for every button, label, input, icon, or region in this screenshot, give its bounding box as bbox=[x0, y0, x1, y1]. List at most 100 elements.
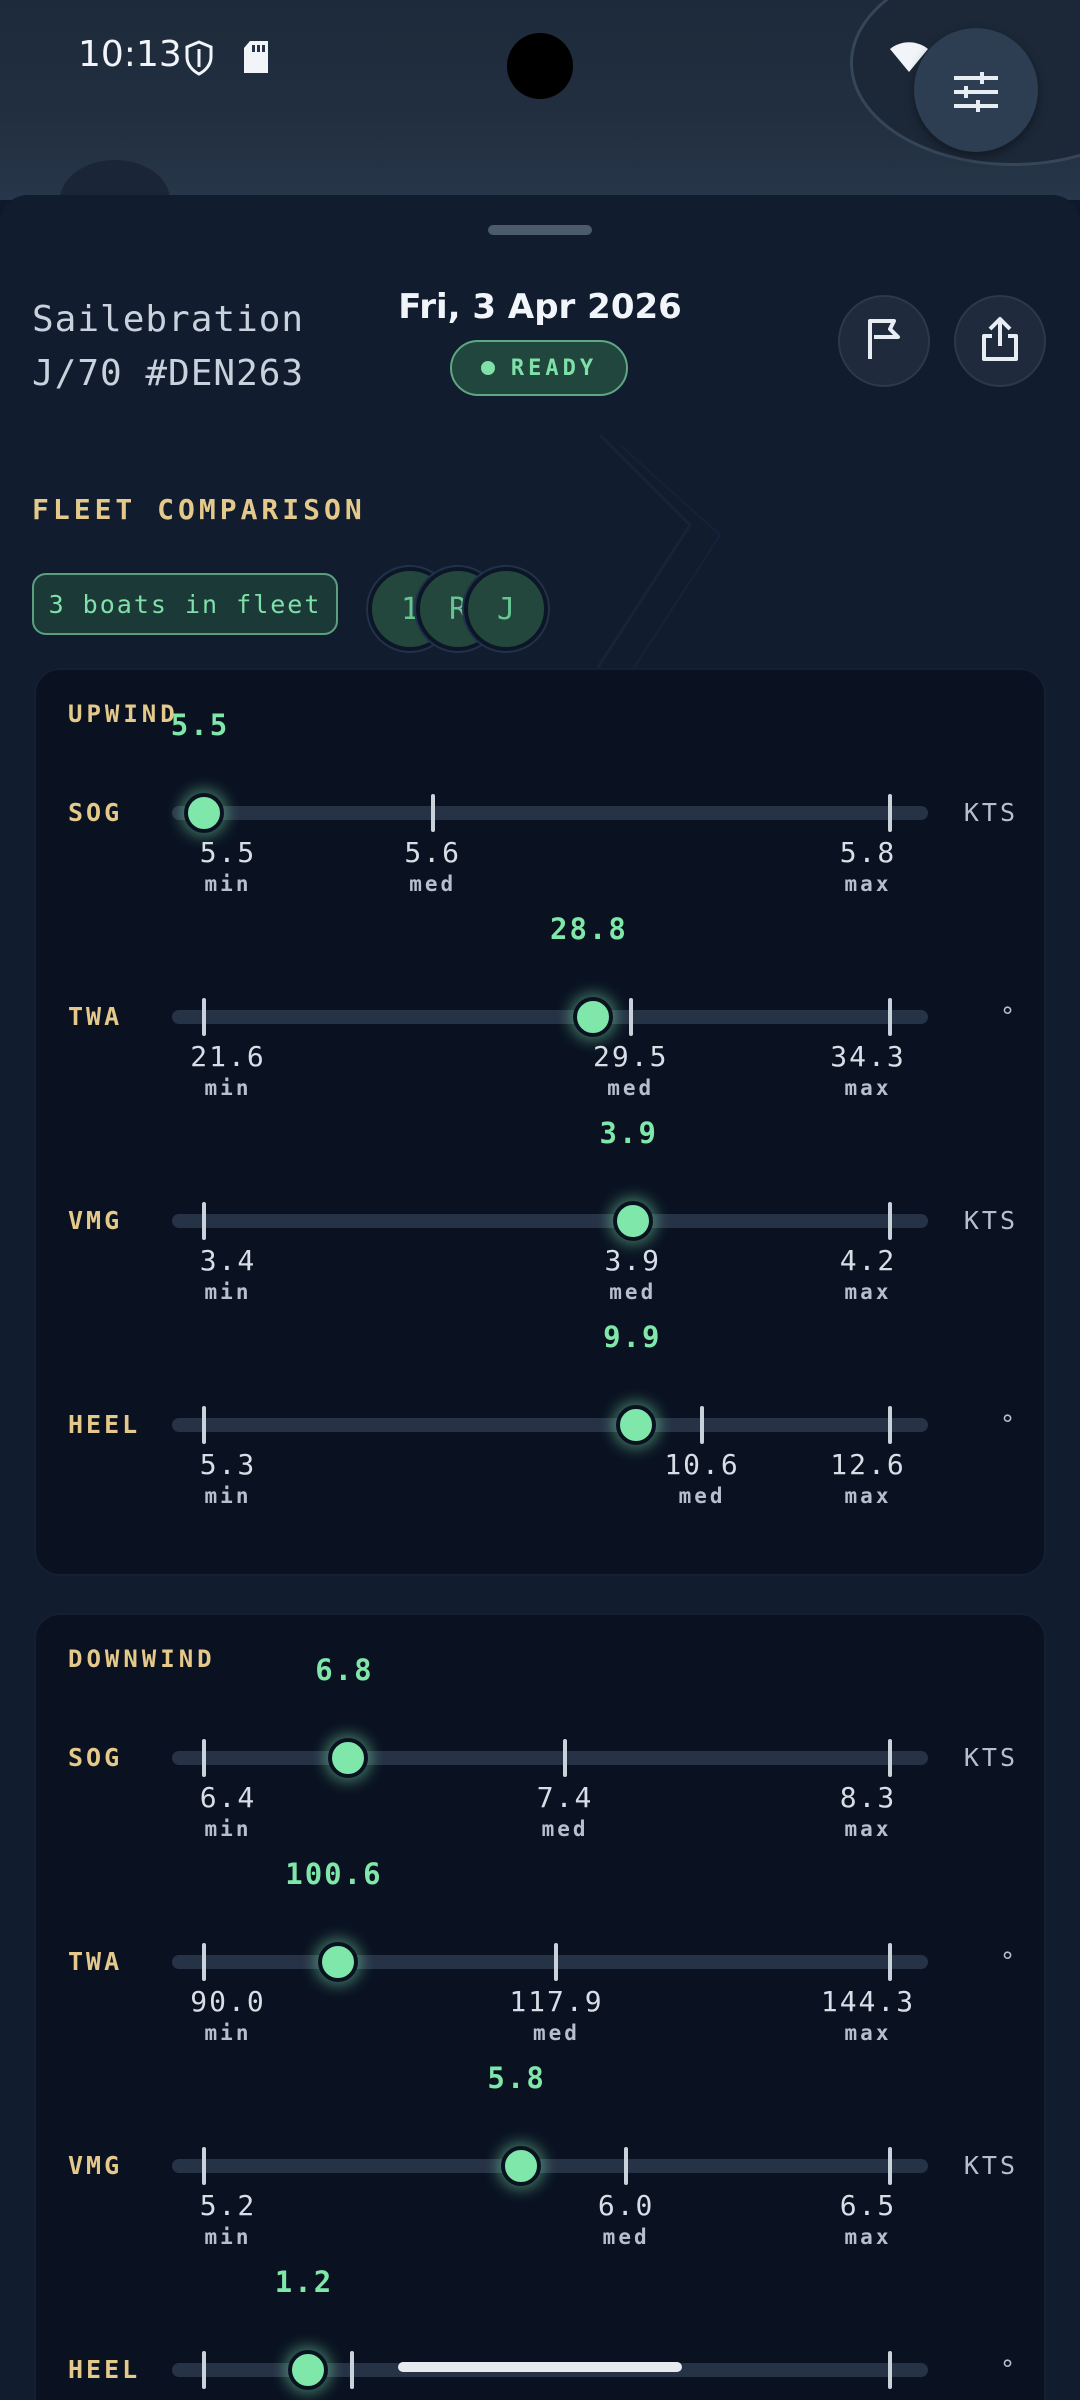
stat-med-value: 117.9 bbox=[509, 1985, 604, 2018]
stat-min-value: 3.4 bbox=[199, 1244, 257, 1277]
stat-med-label: med bbox=[607, 1076, 655, 1100]
stat-min-label: min bbox=[204, 2021, 252, 2045]
range-tick-max bbox=[888, 2351, 892, 2389]
stat-max-label: max bbox=[844, 1484, 892, 1508]
filter-settings-button[interactable] bbox=[914, 28, 1038, 152]
stat-max-value: 8.3 bbox=[839, 1781, 897, 1814]
stat-max-label: max bbox=[844, 872, 892, 896]
fleet-avatar[interactable]: J bbox=[464, 567, 548, 651]
stat-min-label: min bbox=[204, 1817, 252, 1841]
stat-med: 29.5 med bbox=[556, 1040, 706, 1102]
current-value: 9.9 bbox=[603, 1320, 662, 1354]
stat-max-value: 4.2 bbox=[839, 1244, 897, 1277]
stat-med-value: 5.6 bbox=[404, 836, 461, 869]
sliders-icon bbox=[952, 72, 1000, 116]
range-tick-max bbox=[888, 1943, 892, 1981]
fleet-avatars[interactable]: 1 R J bbox=[368, 567, 548, 651]
upwind-metric-twa: TWA ° 21.6 min 29.5 med 34.3 max 28.8 bbox=[36, 912, 1048, 1149]
stat-min-label: min bbox=[204, 1484, 252, 1508]
range-tick-med bbox=[700, 1406, 705, 1444]
home-indicator[interactable] bbox=[398, 2362, 682, 2372]
metric-label: SOG bbox=[68, 1743, 123, 1772]
stat-med: 10.6 med bbox=[627, 1448, 777, 1510]
metric-range-track bbox=[172, 2146, 928, 2186]
status-dot-icon bbox=[480, 361, 495, 375]
metric-label: VMG bbox=[68, 1206, 123, 1235]
current-value-marker bbox=[328, 1738, 369, 1778]
current-value: 1.2 bbox=[274, 2265, 334, 2299]
upwind-metric-vmg: VMG KTS 3.4 min 3.9 med 4.2 max 3.9 bbox=[36, 1116, 1048, 1353]
stat-med: 5.6 med bbox=[358, 836, 508, 898]
metric-label: TWA bbox=[68, 1002, 123, 1031]
upwind-card: UPWIND SOG KTS 5.5 min 5.6 med 5.8 max 5.5 TWA ° 21… bbox=[34, 668, 1046, 1576]
stat-min: 6.4 min bbox=[153, 1781, 303, 1843]
range-tick-min bbox=[202, 1406, 206, 1444]
session-date: Fri, 3 Apr 2026 bbox=[398, 287, 682, 327]
map-feature bbox=[60, 160, 170, 200]
stat-med-value: 3.9 bbox=[604, 1244, 662, 1277]
share-button[interactable] bbox=[954, 295, 1046, 387]
stat-min: 3.4 min bbox=[153, 1244, 303, 1306]
metric-unit: ° bbox=[999, 1410, 1018, 1439]
metric-unit: KTS bbox=[963, 798, 1018, 827]
range-tick-med bbox=[563, 1739, 568, 1777]
stat-max: 144.3 max bbox=[793, 1985, 943, 2047]
current-value-marker bbox=[612, 1201, 653, 1241]
range-tick-max bbox=[888, 1406, 892, 1444]
status-badge: READY bbox=[450, 340, 628, 396]
range-tick-max bbox=[888, 998, 892, 1036]
stat-max: 6.5 max bbox=[793, 2189, 943, 2251]
flag-button[interactable] bbox=[838, 295, 930, 387]
stat-max: 34.3 max bbox=[793, 1040, 943, 1102]
sheet-drag-handle[interactable] bbox=[488, 225, 592, 235]
upwind-metric-heel: HEEL ° 5.3 min 10.6 med 12.6 max 9.9 bbox=[36, 1320, 1048, 1557]
downwind-card: DOWNWIND SOG KTS 6.4 min 7.4 med 8.3 max 6.8 TWA °… bbox=[34, 1613, 1046, 2400]
metric-range-track bbox=[172, 1738, 928, 1778]
range-tick-max bbox=[888, 2147, 892, 2185]
current-value-marker bbox=[288, 2350, 328, 2390]
current-value: 28.8 bbox=[549, 912, 628, 946]
section-title-fleet-comparison: FLEET COMPARISON bbox=[32, 493, 366, 526]
metric-label: HEEL bbox=[68, 2355, 141, 2384]
shield-icon bbox=[184, 40, 214, 80]
stat-max-label: max bbox=[844, 2021, 892, 2045]
stat-min-label: min bbox=[204, 872, 252, 896]
current-value-marker bbox=[500, 2146, 541, 2186]
metric-label: VMG bbox=[68, 2151, 123, 2180]
range-tick-min bbox=[202, 2147, 206, 2185]
stat-med: 3.9 med bbox=[558, 1244, 708, 1306]
stat-max-value: 5.8 bbox=[839, 836, 897, 869]
stat-min-value: 21.6 bbox=[190, 1040, 266, 1073]
metric-range-track bbox=[172, 1942, 928, 1982]
metric-range-track bbox=[172, 793, 928, 833]
range-tick-med bbox=[624, 2147, 629, 2185]
stat-min-label: min bbox=[204, 1076, 252, 1100]
current-value: 3.9 bbox=[599, 1116, 658, 1150]
metric-unit: KTS bbox=[963, 1743, 1018, 1772]
card-title-downwind: DOWNWIND bbox=[68, 1645, 216, 1673]
range-tick-min bbox=[202, 1202, 206, 1240]
metric-unit: KTS bbox=[963, 1206, 1018, 1235]
stat-max-label: max bbox=[844, 1280, 892, 1304]
range-tick-max bbox=[888, 1739, 892, 1777]
metric-unit: ° bbox=[999, 1947, 1018, 1976]
flag-icon bbox=[864, 317, 904, 365]
stat-max-value: 34.3 bbox=[830, 1040, 906, 1073]
stat-min-value: 5.2 bbox=[199, 2189, 257, 2222]
stat-max-label: max bbox=[844, 1076, 892, 1100]
stat-med-label: med bbox=[533, 2021, 580, 2045]
stat-med-value: 7.4 bbox=[536, 1781, 594, 1814]
stat-max: 5.8 max bbox=[793, 836, 943, 898]
metric-label: HEEL bbox=[68, 1410, 141, 1439]
stat-min-value: 5.5 bbox=[199, 836, 257, 869]
downwind-metric-sog: SOG KTS 6.4 min 7.4 med 8.3 max 6.8 bbox=[36, 1653, 1048, 1890]
fleet-count-chip[interactable]: 3 boats in fleet bbox=[32, 573, 338, 635]
stat-med-label: med bbox=[541, 1817, 589, 1841]
stat-min-label: min bbox=[204, 1280, 252, 1304]
stat-min-value: 90.0 bbox=[190, 1985, 266, 2018]
stat-max-value: 6.5 bbox=[839, 2189, 897, 2222]
current-value-marker bbox=[317, 1942, 358, 1982]
current-value: 100.6 bbox=[285, 1857, 383, 1891]
current-value: 5.8 bbox=[487, 2061, 546, 2095]
stat-min: 90.0 min bbox=[153, 1985, 303, 2047]
